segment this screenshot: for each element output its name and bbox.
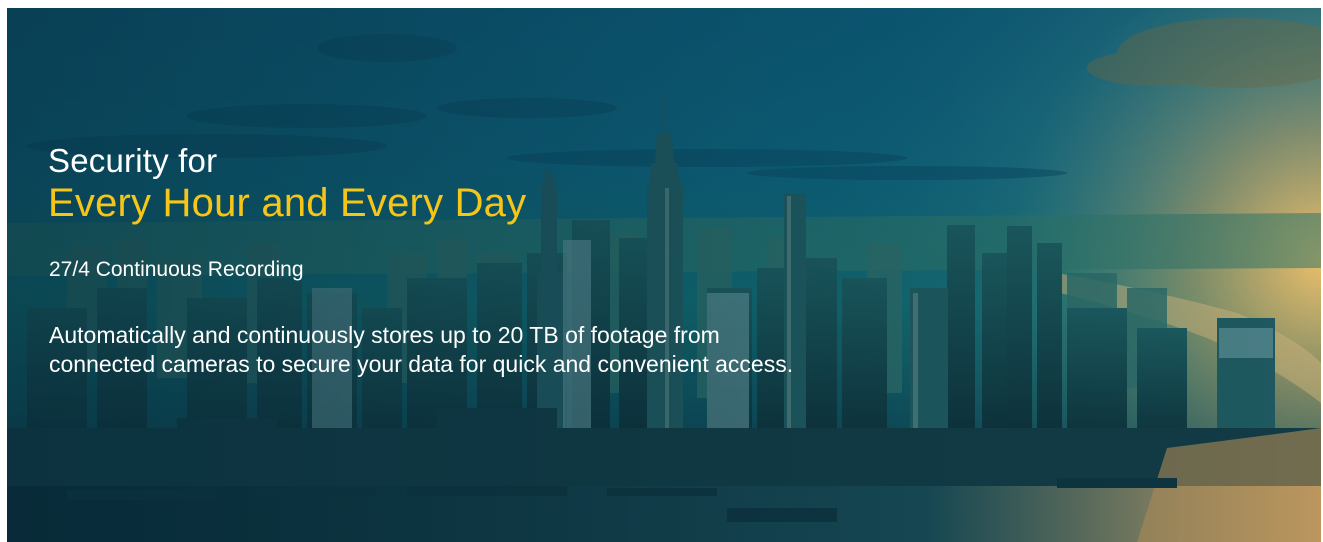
headline: Security for Every Hour and Every Day — [48, 142, 526, 226]
description: Automatically and continuously stores up… — [49, 322, 794, 377]
headline-line1: Security for — [48, 142, 218, 179]
headline-line2-highlight: Every Hour and Every Day — [48, 181, 527, 225]
subtitle: 27/4 Continuous Recording — [49, 258, 304, 281]
hero-banner: Security for Every Hour and Every Day 27… — [7, 8, 1321, 542]
